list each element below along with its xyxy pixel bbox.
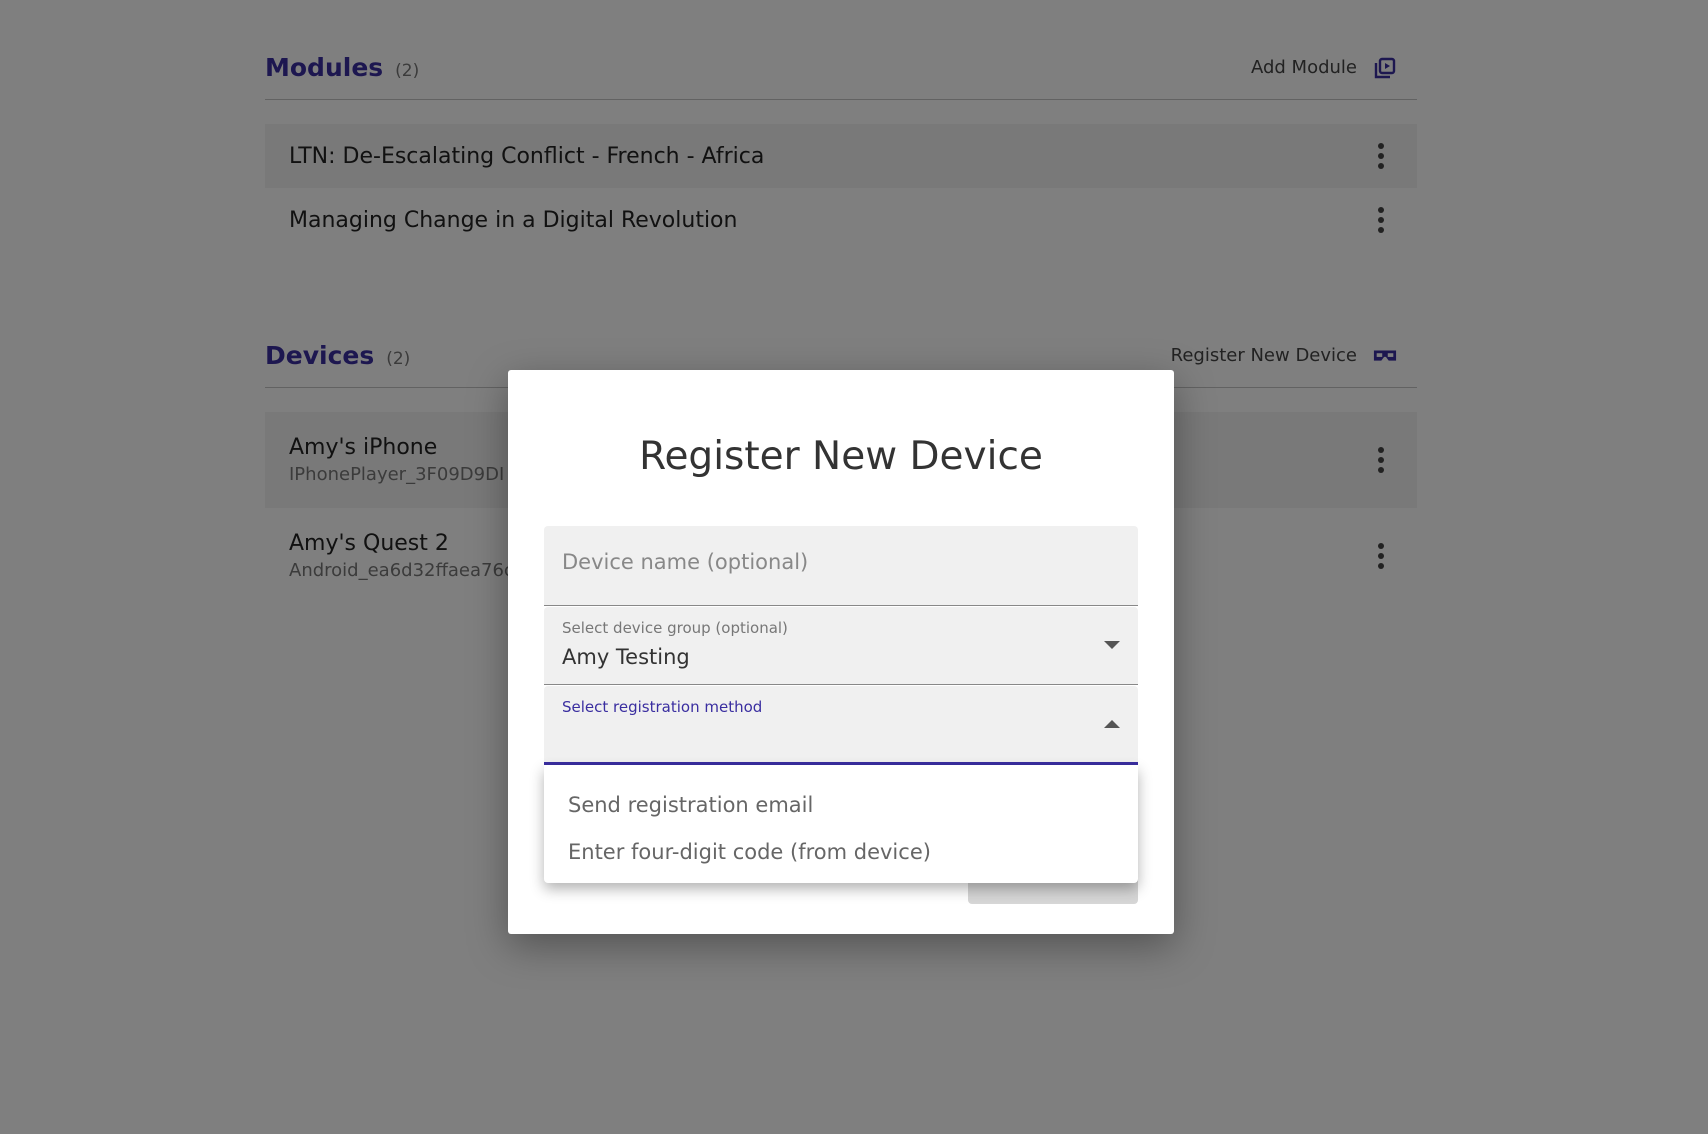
device-name-field[interactable]: Device name (optional)	[544, 526, 1138, 606]
option-send-registration-email[interactable]: Send registration email	[544, 781, 1138, 828]
chevron-down-icon	[1104, 641, 1120, 649]
registration-method-select[interactable]: Select registration method	[544, 686, 1138, 765]
dialog-title: Register New Device	[639, 434, 1043, 479]
registration-method-menu: Send registration email Enter four-digit…	[544, 765, 1138, 883]
device-name-placeholder: Device name (optional)	[562, 550, 809, 574]
device-group-select[interactable]: Select device group (optional) Amy Testi…	[544, 607, 1138, 685]
option-enter-four-digit-code[interactable]: Enter four-digit code (from device)	[544, 828, 1138, 875]
page: Modules (2) Add Module LTN: De-Escalatin…	[0, 0, 1708, 1134]
device-group-value: Amy Testing	[562, 645, 690, 669]
chevron-up-icon	[1104, 720, 1120, 728]
device-group-label: Select device group (optional)	[562, 619, 788, 637]
registration-method-label: Select registration method	[562, 698, 763, 716]
